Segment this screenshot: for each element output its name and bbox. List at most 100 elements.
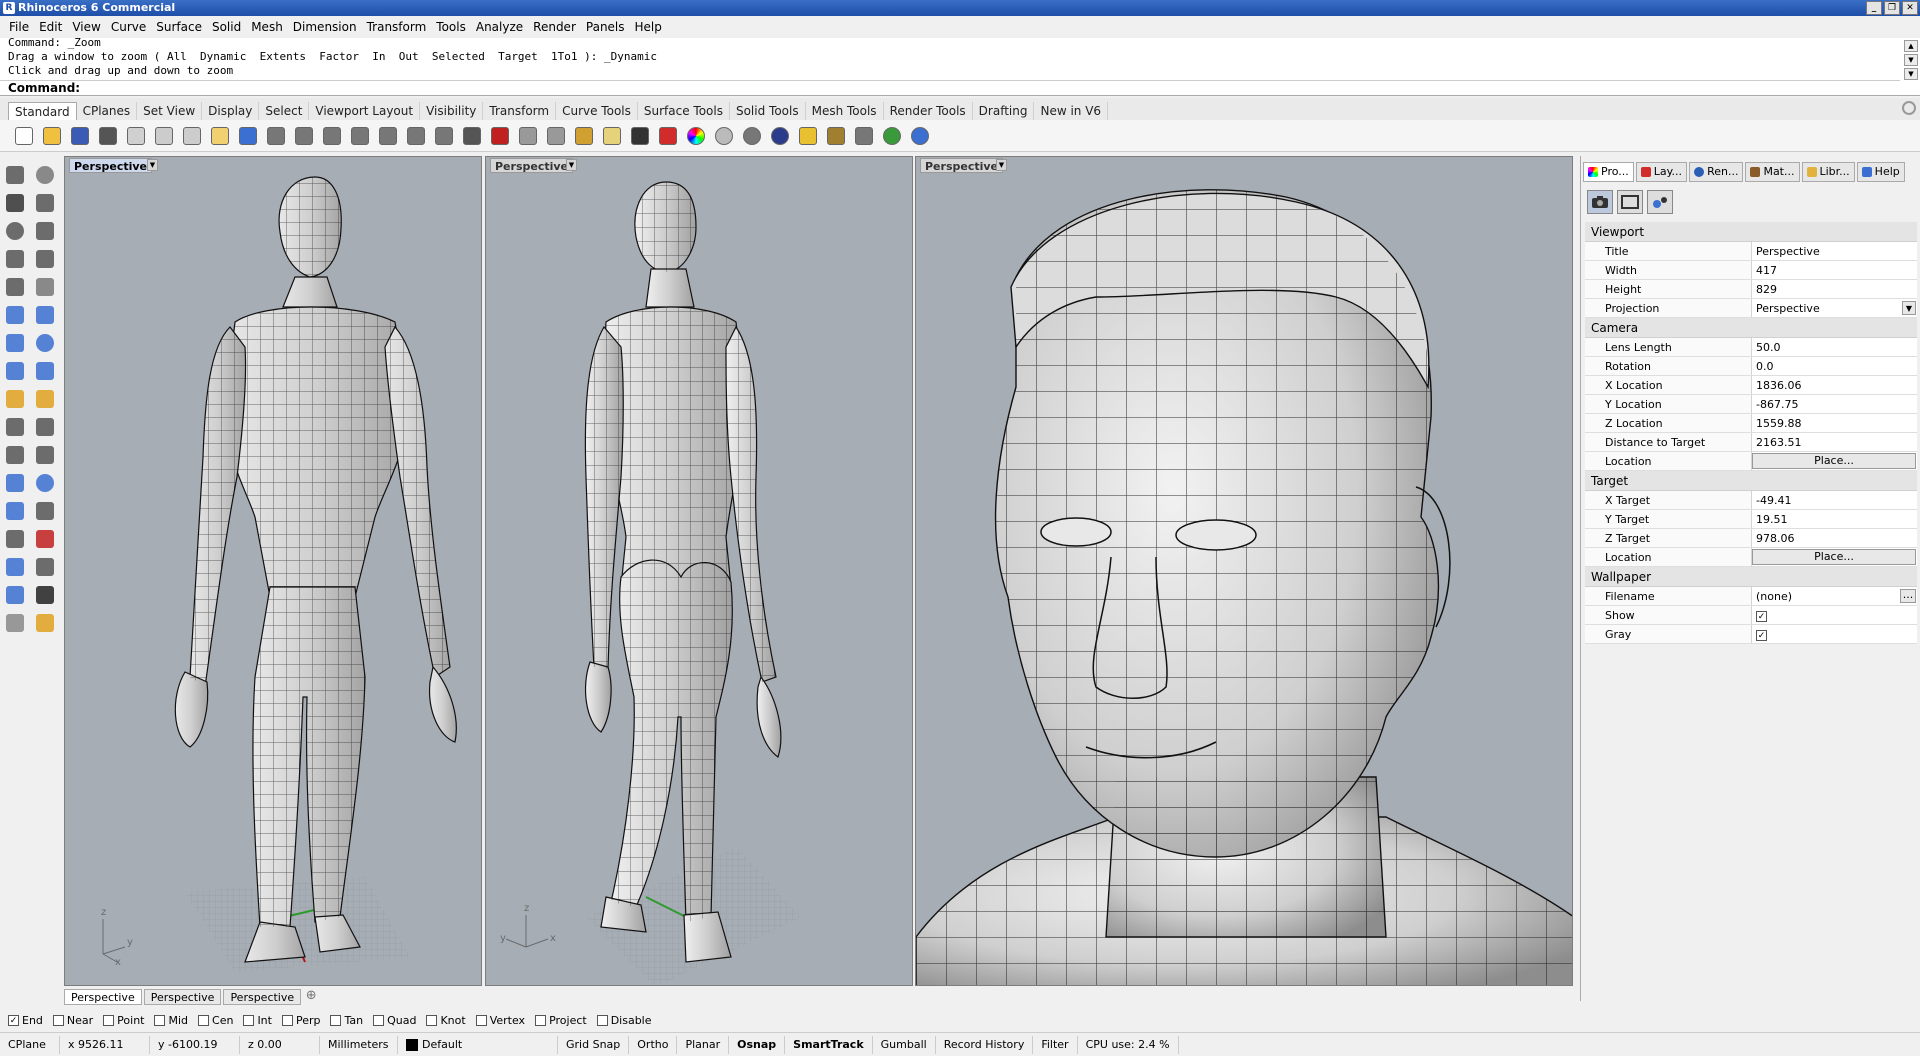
tab-cplanes[interactable]: CPlanes bbox=[77, 102, 138, 120]
split-icon[interactable] bbox=[2, 414, 28, 440]
osnap-checkbox[interactable] bbox=[243, 1014, 255, 1026]
menu-solid[interactable]: Solid bbox=[207, 20, 246, 34]
viewport-perspective-1[interactable]: z y x Perspective ▼ bbox=[64, 156, 482, 986]
box-icon[interactable] bbox=[2, 330, 28, 356]
cplane-icon[interactable] bbox=[516, 124, 540, 148]
tab-viewport-layout[interactable]: Viewport Layout bbox=[309, 102, 421, 120]
mesh-icon[interactable] bbox=[2, 610, 28, 636]
place-button[interactable]: Place... bbox=[1752, 453, 1916, 469]
tab-solid-tools[interactable]: Solid Tools bbox=[730, 102, 806, 120]
osnap-tan[interactable]: Tan bbox=[330, 1014, 363, 1027]
section-camera[interactable]: Camera bbox=[1585, 318, 1917, 338]
command-prompt[interactable]: Command: bbox=[0, 80, 1900, 96]
tab-select[interactable]: Select bbox=[259, 102, 310, 120]
tab-transform[interactable]: Transform bbox=[483, 102, 557, 120]
tab-new-in-v6[interactable]: New in V6 bbox=[1034, 102, 1109, 120]
options-gear-icon[interactable] bbox=[824, 124, 848, 148]
viewport-title-1[interactable]: Perspective bbox=[69, 158, 153, 173]
osnap-checkbox[interactable] bbox=[103, 1014, 115, 1026]
menu-file[interactable]: File bbox=[4, 20, 34, 34]
mirror-icon[interactable] bbox=[2, 554, 28, 580]
viewport-tab-3[interactable]: Perspective bbox=[223, 989, 302, 1005]
cplane-origin-icon[interactable] bbox=[544, 124, 568, 148]
new-icon[interactable] bbox=[12, 124, 36, 148]
property-value[interactable]: (none)... bbox=[1752, 587, 1917, 605]
property-value[interactable]: 978.06 bbox=[1752, 529, 1917, 547]
offset-icon[interactable] bbox=[32, 442, 58, 468]
osnap-checkbox[interactable] bbox=[475, 1014, 487, 1026]
lock-icon[interactable] bbox=[628, 124, 652, 148]
section-viewport[interactable]: Viewport bbox=[1585, 222, 1917, 242]
tab-standard[interactable]: Standard bbox=[8, 102, 77, 120]
dimension-icon[interactable] bbox=[852, 124, 876, 148]
osnap-disable[interactable]: Disable bbox=[596, 1014, 652, 1027]
add-viewport-tab-icon[interactable]: ⊕ bbox=[303, 989, 319, 1005]
property-value[interactable]: -867.75 bbox=[1752, 395, 1917, 413]
property-value[interactable]: 829 bbox=[1752, 280, 1917, 298]
tab-curve-tools[interactable]: Curve Tools bbox=[556, 102, 638, 120]
osnap-int[interactable]: Int bbox=[243, 1014, 272, 1027]
menu-curve[interactable]: Curve bbox=[106, 20, 151, 34]
import-icon[interactable] bbox=[124, 124, 148, 148]
menu-mesh[interactable]: Mesh bbox=[246, 20, 288, 34]
tab-materials[interactable]: Mat... bbox=[1745, 162, 1800, 182]
move-icon[interactable] bbox=[2, 498, 28, 524]
property-value[interactable]: 0.0 bbox=[1752, 357, 1917, 375]
freeform-icon[interactable] bbox=[32, 274, 58, 300]
viewport-tab-1[interactable]: Perspective bbox=[64, 989, 142, 1005]
chevron-down-icon[interactable]: ▼ bbox=[566, 159, 577, 171]
property-value[interactable]: 417 bbox=[1752, 261, 1917, 279]
chevron-down-icon[interactable]: ▼ bbox=[147, 159, 158, 171]
osnap-checkbox[interactable] bbox=[426, 1014, 438, 1026]
shaded-sphere-icon[interactable] bbox=[740, 124, 764, 148]
help-icon[interactable] bbox=[908, 124, 932, 148]
property-value[interactable]: Perspective bbox=[1752, 242, 1917, 260]
surface-icon[interactable] bbox=[2, 302, 28, 328]
osnap-checkbox[interactable] bbox=[52, 1014, 64, 1026]
curve-icon[interactable] bbox=[32, 190, 58, 216]
command-scrollbar[interactable]: ▲ ▼ ▼ bbox=[1904, 40, 1918, 94]
undo-view-icon[interactable] bbox=[432, 124, 456, 148]
close-button[interactable]: ✕ bbox=[1902, 1, 1918, 15]
tab-libraries[interactable]: Libr... bbox=[1801, 162, 1855, 182]
osnap-checkbox[interactable] bbox=[198, 1014, 210, 1026]
browse-button[interactable]: ... bbox=[1900, 589, 1916, 603]
property-value[interactable]: 2163.51 bbox=[1752, 433, 1917, 451]
toolbar-gear-icon[interactable] bbox=[1902, 101, 1916, 115]
filter-toggle[interactable]: Filter bbox=[1033, 1035, 1078, 1054]
gray-checkbox[interactable]: ✓ bbox=[1756, 630, 1767, 641]
point-icon[interactable] bbox=[32, 162, 58, 188]
viewport-title-3[interactable]: Perspective bbox=[920, 158, 1004, 173]
viewport-title-2[interactable]: Perspective bbox=[490, 158, 574, 173]
color-wheel-icon[interactable] bbox=[684, 124, 708, 148]
tab-drafting[interactable]: Drafting bbox=[973, 102, 1035, 120]
render-mat-icon[interactable] bbox=[32, 610, 58, 636]
osnap-toggle[interactable]: Osnap bbox=[729, 1035, 786, 1054]
undo-icon[interactable] bbox=[236, 124, 260, 148]
points-on-icon[interactable] bbox=[32, 470, 58, 496]
camera-icon[interactable] bbox=[1587, 190, 1613, 214]
osnap-project[interactable]: Project bbox=[535, 1014, 587, 1027]
car-icon[interactable] bbox=[488, 124, 512, 148]
menu-transform[interactable]: Transform bbox=[362, 20, 432, 34]
rotate-view-icon[interactable] bbox=[292, 124, 316, 148]
viewport-frame-icon[interactable] bbox=[1617, 190, 1643, 214]
grid-snap-toggle[interactable]: Grid Snap bbox=[558, 1035, 630, 1054]
osnap-checkbox[interactable] bbox=[535, 1014, 547, 1026]
planar-toggle[interactable]: Planar bbox=[677, 1035, 730, 1054]
place-button[interactable]: Place... bbox=[1752, 549, 1916, 565]
four-viewports-icon[interactable] bbox=[460, 124, 484, 148]
osnap-point[interactable]: Point bbox=[103, 1014, 144, 1027]
osnap-checkbox[interactable] bbox=[281, 1014, 293, 1026]
chevron-down-icon[interactable]: ▼ bbox=[996, 159, 1007, 171]
boolean-icon[interactable] bbox=[32, 386, 58, 412]
osnap-perp[interactable]: Perp bbox=[281, 1014, 320, 1027]
menu-render[interactable]: Render bbox=[528, 20, 581, 34]
named-view-icon[interactable] bbox=[1647, 190, 1673, 214]
tab-layers[interactable]: Lay... bbox=[1635, 162, 1688, 182]
tab-set-view[interactable]: Set View bbox=[137, 102, 203, 120]
osnap-cen[interactable]: Cen bbox=[198, 1014, 233, 1027]
section-target[interactable]: Target bbox=[1585, 471, 1917, 491]
zoom-selected-icon[interactable] bbox=[404, 124, 428, 148]
polygon-icon[interactable] bbox=[2, 274, 28, 300]
